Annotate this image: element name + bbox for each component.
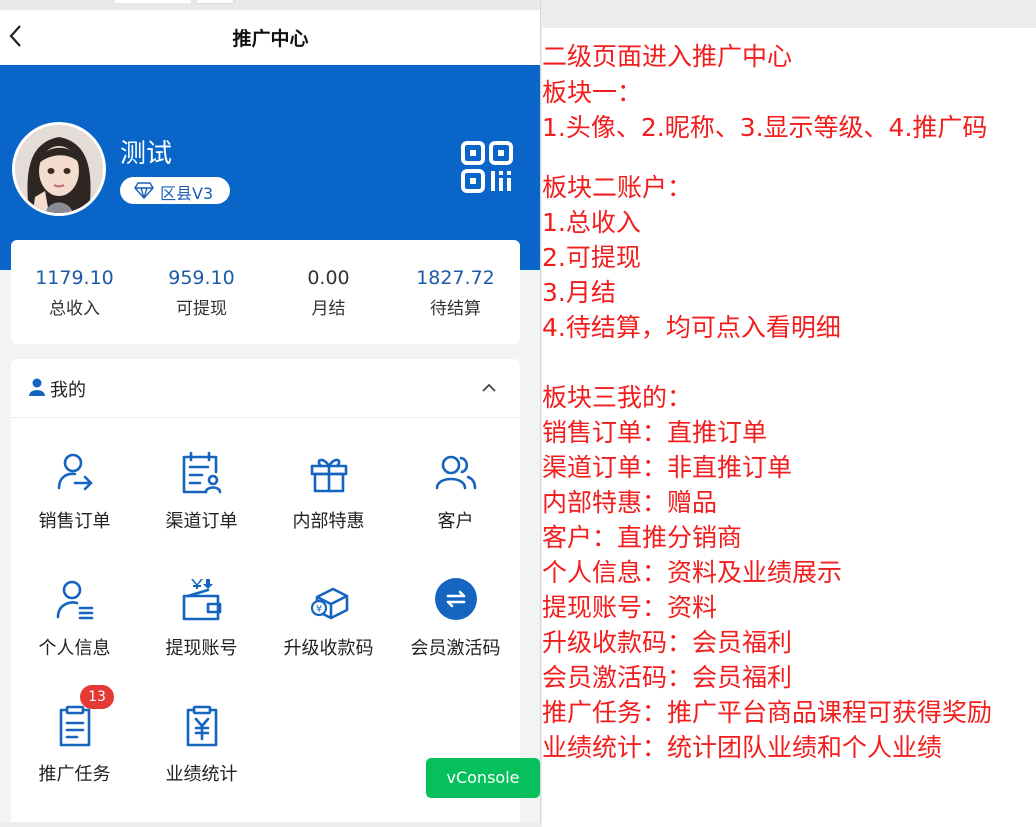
grid-label: 客户 — [437, 511, 474, 532]
account-value: 1827.72 — [416, 267, 495, 289]
chevron-up-icon[interactable] — [481, 382, 497, 394]
gift-icon — [310, 458, 348, 493]
level-badge[interactable]: 区县V3 — [120, 177, 230, 204]
mine-section: 我的 销售订单 渠道订单 内部特惠 客户 个人信息 提现账号 ¥ 升级收款码 会… — [11, 359, 520, 822]
grid-upgrade-qrcode[interactable]: ¥ 升级收款码 — [265, 577, 392, 697]
diamond-icon — [134, 182, 154, 199]
vconsole-button[interactable]: vConsole — [426, 758, 540, 798]
grid-label: 会员激活码 — [410, 638, 501, 659]
grid-label: 个人信息 — [38, 638, 111, 659]
grid-label: 销售订单 — [38, 511, 111, 532]
grid-label: 业绩统计 — [165, 764, 238, 785]
grid-internal-offers[interactable]: 内部特惠 — [265, 450, 392, 570]
grid-label: 渠道订单 — [165, 511, 238, 532]
mine-header[interactable]: 我的 — [11, 359, 520, 418]
browser-tab[interactable] — [115, 0, 191, 3]
note-line: 1.头像、2.昵称、3.显示等级、4.推广码 — [542, 113, 988, 142]
note-line: 2.可提现 — [542, 243, 641, 272]
note-line: 内部特惠：赠品 — [542, 488, 718, 517]
account-value: 959.10 — [168, 267, 235, 289]
yuan-clipboard-icon — [186, 705, 218, 747]
note-line: 业绩统计：统计团队业绩和个人业绩 — [542, 733, 943, 762]
browser-tab[interactable] — [196, 0, 234, 4]
account-card: 1179.10 总收入 959.10 可提现 0.00 月结 1827.72 待… — [11, 240, 520, 344]
account-label: 待结算 — [430, 299, 481, 319]
users-icon — [435, 455, 477, 490]
account-label: 月结 — [311, 299, 346, 319]
note-line: 1.总收入 — [542, 208, 641, 237]
note-line: 板块三我的： — [542, 383, 693, 412]
qr-code-icon[interactable] — [460, 140, 514, 194]
note-line: 4.待结算，均可点入看明细 — [542, 313, 841, 342]
nickname: 测试 — [120, 139, 173, 169]
grid-label: 升级收款码 — [283, 638, 374, 659]
browser-tab-strip — [0, 0, 540, 10]
avatar[interactable] — [12, 122, 106, 216]
grid-personal-info[interactable]: 个人信息 — [11, 577, 138, 697]
clipboard-icon — [59, 705, 91, 747]
note-line: 客户：直推分销商 — [542, 523, 743, 552]
note-line: 提现账号：资料 — [542, 593, 718, 622]
grid-withdraw-account[interactable]: 提现账号 — [138, 577, 265, 697]
page-title: 推广中心 — [232, 28, 309, 50]
user-icon — [29, 378, 45, 396]
note-line: 渠道订单：非直推订单 — [542, 453, 793, 482]
account-value: 0.00 — [307, 267, 350, 289]
note-line: 二级页面进入推广中心 — [542, 42, 793, 71]
note-line: 升级收款码：会员福利 — [542, 628, 793, 657]
grid-label: 内部特惠 — [292, 511, 365, 532]
grid-channel-orders[interactable]: 渠道订单 — [138, 450, 265, 570]
user-arrow-icon — [57, 453, 93, 491]
grid-label: 提现账号 — [165, 638, 238, 659]
grid-label: 推广任务 — [38, 764, 111, 785]
note-line: 板块一： — [542, 78, 643, 107]
account-monthly[interactable]: 0.00 月结 — [265, 267, 392, 319]
grid-member-activation[interactable]: 会员激活码 — [392, 577, 519, 697]
note-line: 个人信息：资料及业绩展示 — [542, 558, 843, 587]
notification-badge: 13 — [80, 685, 114, 709]
grid-performance-stats[interactable]: 业绩统计 — [138, 703, 265, 822]
account-total-income[interactable]: 1179.10 总收入 — [11, 267, 138, 319]
note-line: 会员激活码：会员福利 — [542, 663, 793, 692]
wallet-icon — [182, 579, 222, 621]
calendar-user-icon — [182, 451, 222, 494]
account-label: 可提现 — [176, 299, 227, 319]
exchange-icon — [435, 578, 477, 620]
note-line: 推广任务：推广平台商品课程可获得奖励 — [542, 698, 993, 727]
account-label: 总收入 — [49, 299, 100, 319]
phone-screen: 推广中心 测试 区县V3 1179.10 总收入 959.10 可提现 0.00… — [0, 0, 541, 822]
note-line: 3.月结 — [542, 278, 616, 307]
mine-title: 我的 — [50, 380, 86, 401]
note-line: 销售订单：直推订单 — [542, 418, 768, 447]
account-value: 1179.10 — [35, 267, 114, 289]
note-line: 板块二账户： — [542, 173, 693, 202]
grid-customers[interactable]: 客户 — [392, 450, 519, 570]
svg-text:¥: ¥ — [316, 604, 322, 615]
annotation-notes: 二级页面进入推广中心 板块一： 1.头像、2.昵称、3.显示等级、4.推广码 板… — [542, 28, 1036, 827]
account-pending[interactable]: 1827.72 待结算 — [392, 267, 519, 319]
grid-promo-tasks[interactable]: 13 推广任务 — [11, 685, 138, 822]
level-label: 区县V3 — [160, 184, 214, 203]
nav-bar: 推广中心 — [0, 10, 540, 65]
account-withdrawable[interactable]: 959.10 可提现 — [138, 267, 265, 319]
coin-box-icon: ¥ — [310, 587, 349, 620]
user-list-icon — [56, 580, 94, 620]
grid-sales-orders[interactable]: 销售订单 — [11, 450, 138, 570]
